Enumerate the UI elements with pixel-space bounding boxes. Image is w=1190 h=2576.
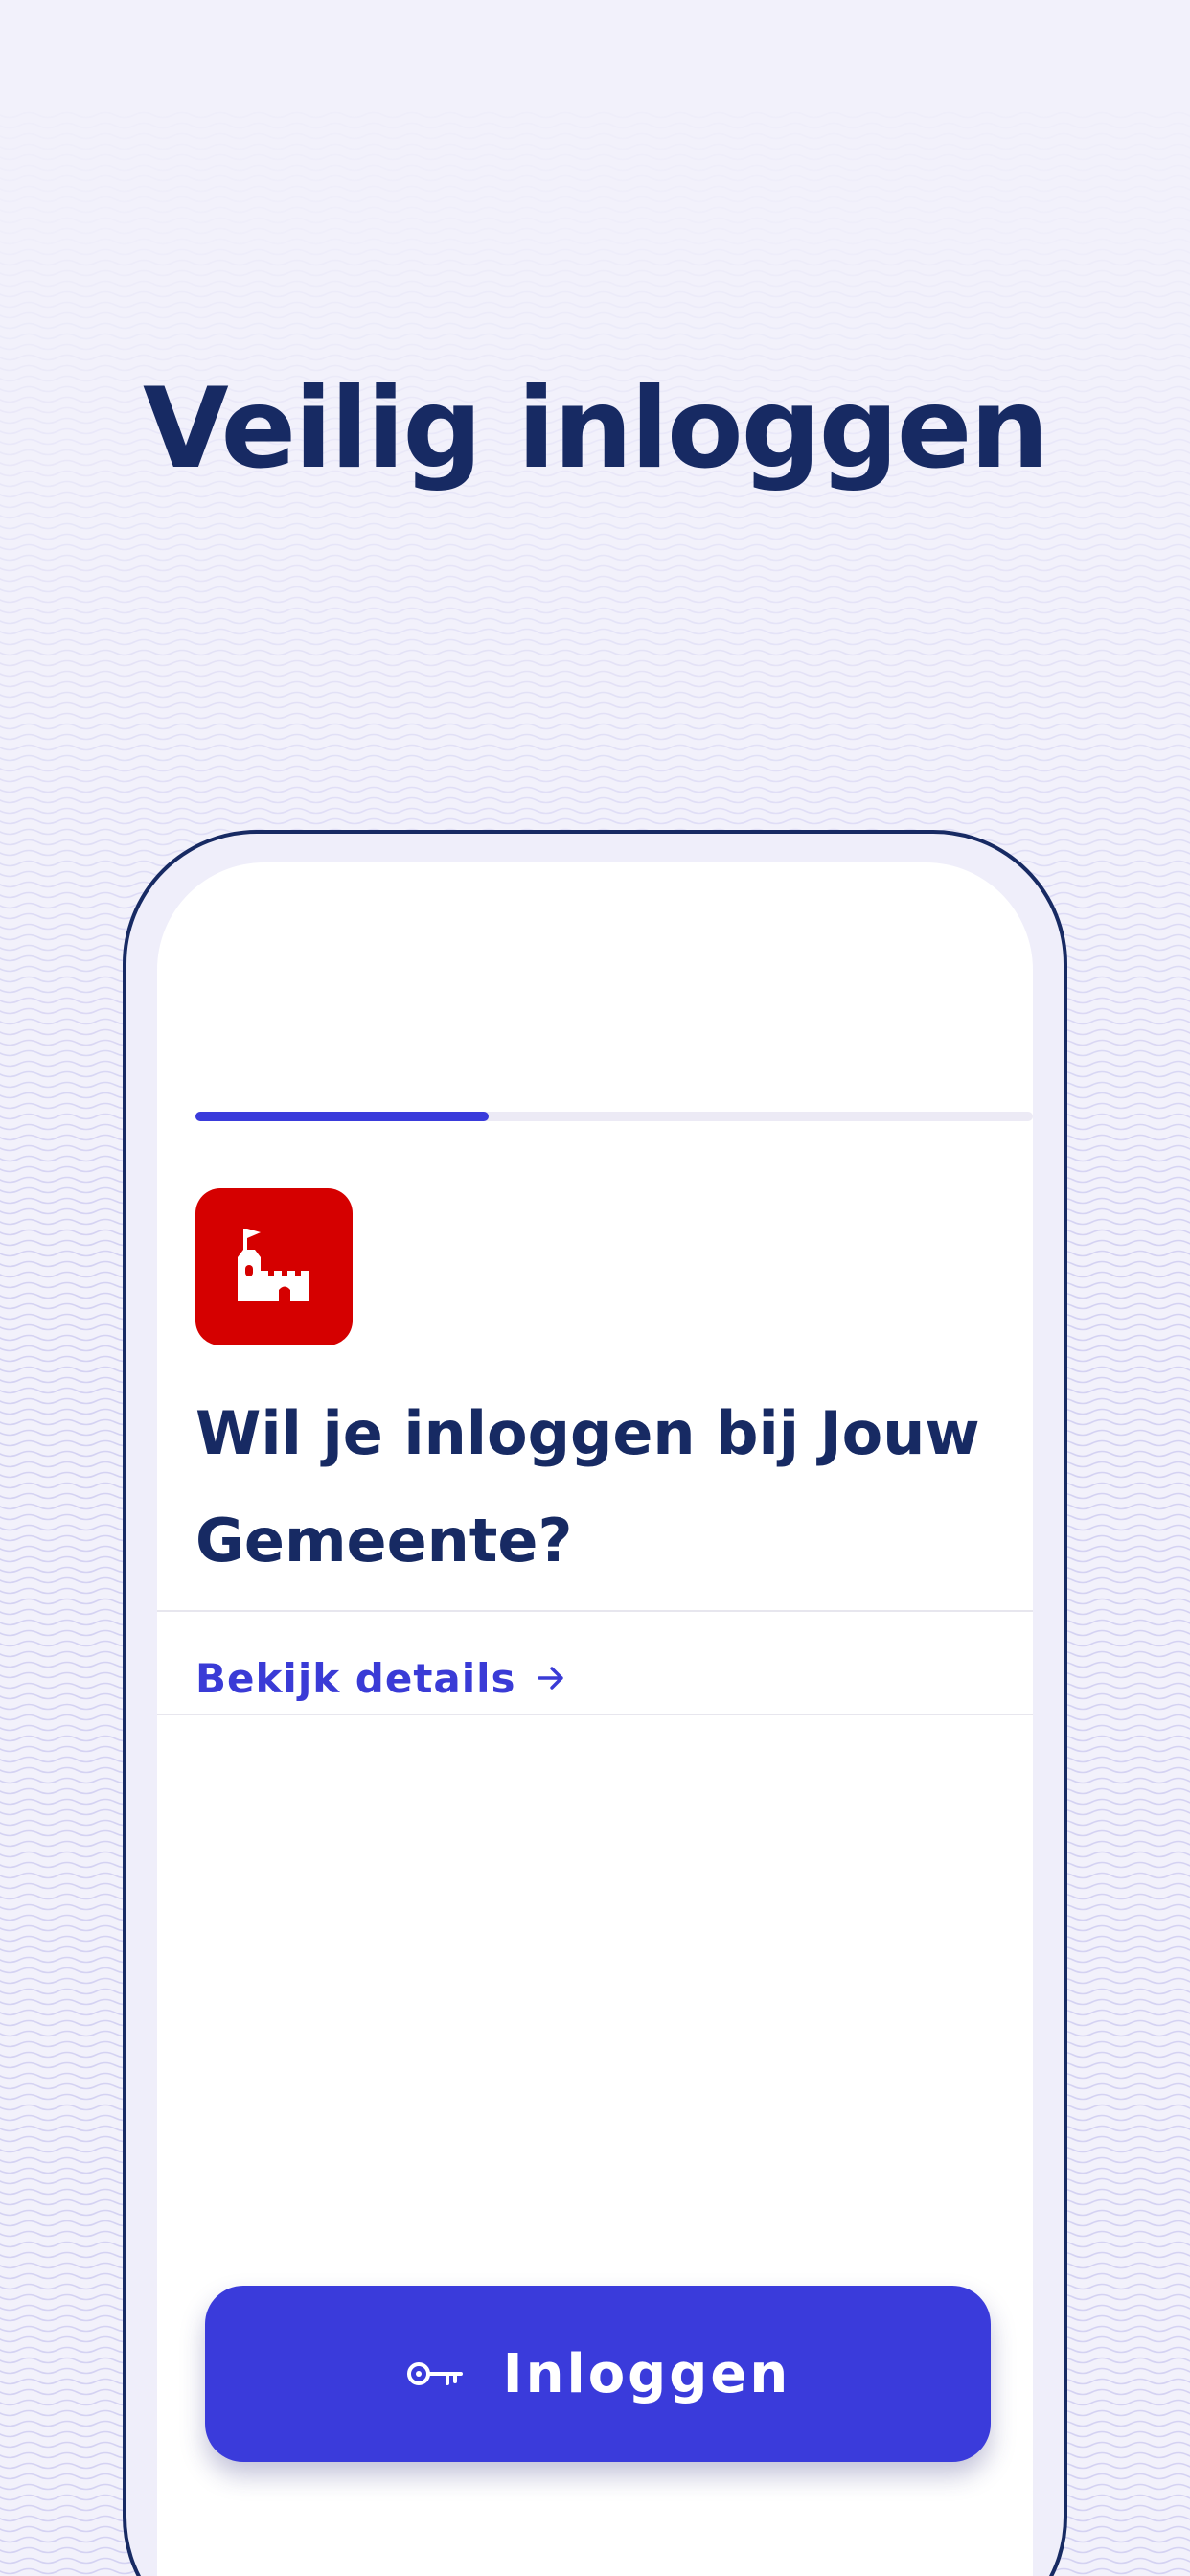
details-link[interactable]: Bekijk details	[195, 1644, 566, 1712]
login-button-label: Inloggen	[502, 2342, 791, 2405]
login-question: Wil je inloggen bij Jouw Gemeente?	[195, 1398, 980, 1576]
page-title: Veilig inloggen	[143, 364, 1049, 494]
castle-icon	[238, 1229, 309, 1301]
login-button[interactable]: Inloggen	[205, 2286, 991, 2462]
key-icon	[406, 2362, 463, 2385]
divider-top	[157, 1610, 1033, 1612]
progress-bar	[195, 1112, 1033, 1121]
app-logo	[195, 1188, 353, 1346]
details-link-label: Bekijk details	[195, 1654, 516, 1702]
divider-bottom	[157, 1714, 1033, 1715]
phone-screen: Wil je inloggen bij Jouw Gemeente? Bekij…	[157, 862, 1033, 2576]
phone-mockup: Wil je inloggen bij Jouw Gemeente? Bekij…	[123, 830, 1067, 2576]
progress-bar-fill	[195, 1112, 489, 1121]
arrow-right-icon	[537, 1667, 563, 1690]
